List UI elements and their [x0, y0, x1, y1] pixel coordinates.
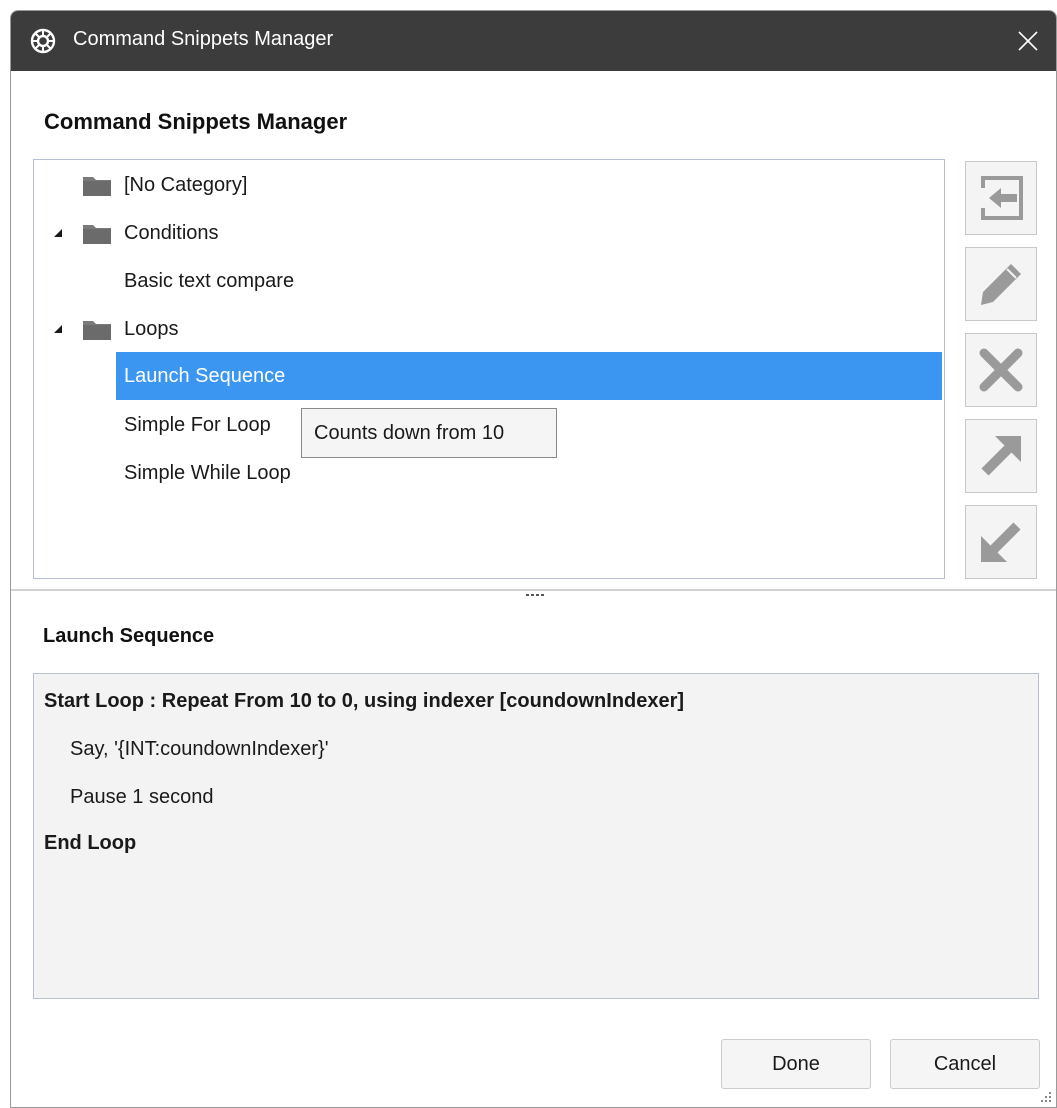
- folder-icon: [83, 321, 111, 340]
- snippet-preview: Start Loop : Repeat From 10 to 0, using …: [33, 673, 1039, 999]
- command-line: Start Loop : Repeat From 10 to 0, using …: [44, 690, 685, 712]
- tree-item-label: Conditions: [124, 221, 219, 244]
- tree-item-label: [No Category]: [124, 173, 248, 196]
- import-icon: [977, 176, 1023, 220]
- folder-icon: [83, 225, 111, 244]
- tree-item-label: Launch Sequence: [124, 364, 286, 387]
- tree-item-launch-sequence[interactable]: Launch Sequence: [34, 353, 944, 399]
- close-button[interactable]: [1000, 11, 1056, 71]
- splitter-grip-icon[interactable]: [526, 593, 546, 597]
- import-down-icon: [981, 522, 1021, 562]
- export-icon: [981, 436, 1021, 476]
- tree-item-no-category[interactable]: [No Category]: [34, 162, 944, 208]
- tree-item-conditions[interactable]: Conditions: [34, 210, 944, 256]
- import-down-button[interactable]: [965, 505, 1037, 579]
- page-title: Command Snippets Manager: [44, 109, 348, 134]
- resize-grip-icon[interactable]: [1038, 1089, 1052, 1103]
- title-bar[interactable]: Command Snippets Manager: [11, 11, 1056, 71]
- window-title: Command Snippets Manager: [73, 28, 334, 50]
- snippet-tree[interactable]: [No Category] Conditions Basic text comp…: [33, 159, 945, 579]
- command-line: Pause 1 second: [70, 786, 214, 808]
- delete-button[interactable]: [965, 333, 1037, 407]
- cancel-button[interactable]: Cancel: [890, 1039, 1040, 1089]
- command-line: Say, '{INT:coundownIndexer}': [70, 738, 329, 760]
- tree-item-loops[interactable]: Loops: [34, 306, 944, 352]
- tree-item-basic-text-compare[interactable]: Basic text compare: [34, 258, 944, 304]
- tooltip: Counts down from 10: [301, 408, 557, 458]
- command-line: End Loop: [44, 832, 137, 854]
- done-button[interactable]: Done: [721, 1039, 871, 1089]
- expanded-arrow-icon[interactable]: [52, 323, 64, 335]
- splitter[interactable]: [11, 589, 1056, 591]
- expanded-arrow-icon[interactable]: [52, 227, 64, 239]
- edit-icon: [981, 264, 1021, 305]
- tree-item-label: Basic text compare: [124, 269, 295, 292]
- tree-item-label: Simple For Loop: [124, 413, 271, 436]
- export-button[interactable]: [965, 419, 1037, 493]
- folder-icon: [83, 177, 111, 196]
- close-icon: [1018, 31, 1038, 51]
- tree-item-label: Simple While Loop: [124, 461, 291, 484]
- snippet-title: Launch Sequence: [43, 625, 215, 647]
- edit-button[interactable]: [965, 247, 1037, 321]
- tree-item-label: Loops: [124, 317, 179, 340]
- import-button[interactable]: [965, 161, 1037, 235]
- dialog-window: Command Snippets Manager Command Snippet…: [10, 10, 1057, 1108]
- gear-icon: [30, 28, 56, 54]
- delete-icon: [979, 348, 1023, 392]
